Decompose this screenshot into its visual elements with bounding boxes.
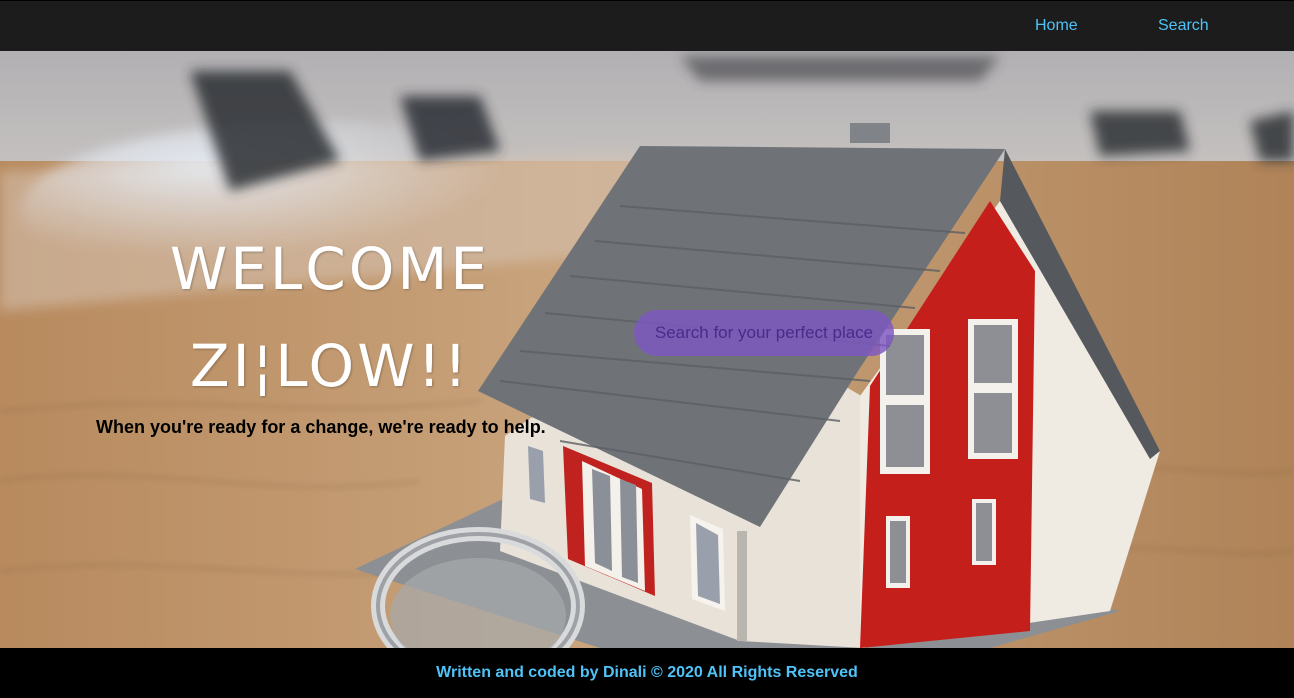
search-perfect-place-button[interactable]: Search for your perfect place — [634, 310, 894, 356]
welcome-heading: WELCOME — [169, 235, 491, 303]
hero-tagline: When you're ready for a change, we're re… — [96, 417, 546, 437]
page: Home Search WELCOME ZI¦LOW!! When you're… — [0, 0, 1294, 698]
brand-heading: ZI¦LOW!! — [189, 332, 471, 400]
nav-search-link[interactable]: Search — [1158, 17, 1209, 35]
footer-copyright: Written and coded by Dinali © 2020 All R… — [436, 664, 858, 681]
top-navbar: Home Search — [0, 0, 1294, 51]
hero-section: WELCOME ZI¦LOW!! When you're ready for a… — [0, 51, 1294, 648]
footer: Written and coded by Dinali © 2020 All R… — [0, 648, 1294, 698]
nav-home-link[interactable]: Home — [1035, 17, 1078, 35]
